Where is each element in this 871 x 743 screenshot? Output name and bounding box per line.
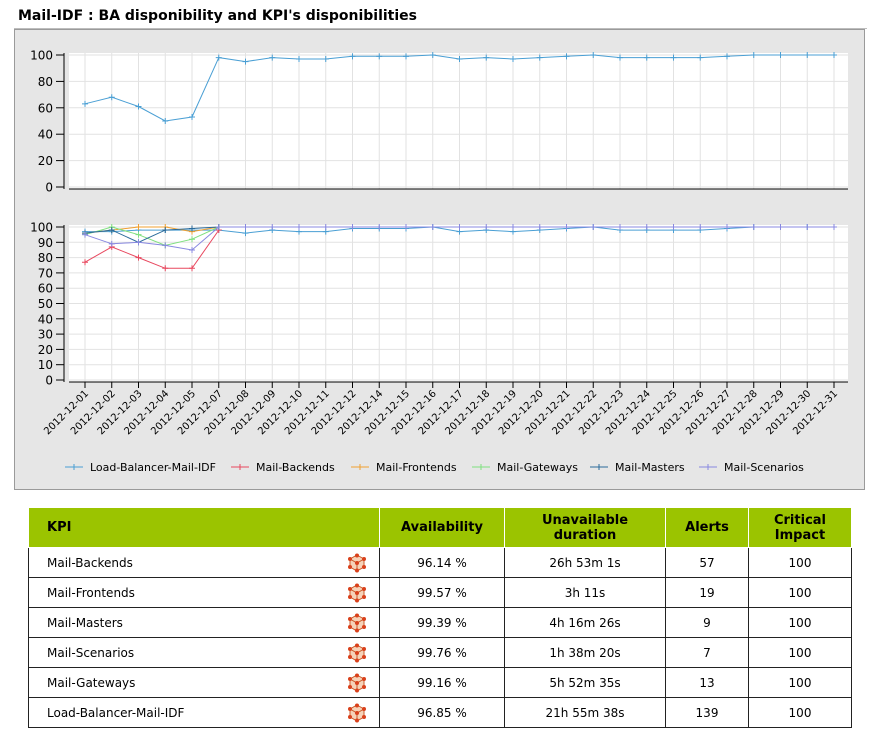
alerts-value: 19	[665, 577, 749, 608]
availability-value: 96.14 %	[379, 547, 505, 578]
kpi-name[interactable]: Mail-Backends	[28, 547, 335, 578]
y-tick-label: 20	[38, 154, 53, 168]
y-tick-label: 60	[38, 282, 53, 296]
chart-frame: 0 20 40 60 80 100 0 10 20 30 40 50 60 70 80 90 100 2012-1…	[14, 29, 865, 490]
header-unavailable-duration[interactable]: Unavailable duration	[504, 507, 666, 548]
table-row: Load-Balancer-Mail-IDF 96.85 % 21h 55m 38s…	[28, 697, 852, 728]
kpi-name[interactable]: Mail-Masters	[28, 607, 335, 638]
kpi-name[interactable]: Mail-Gateways	[28, 667, 335, 698]
critical-impact-value: 100	[748, 667, 852, 698]
kpi-table-body: Mail-Backends 96.14 % 26h 53m 1s 57 100 Mail-…	[28, 547, 852, 728]
y-tick-label: 10	[38, 358, 53, 372]
y-tick-label: 30	[38, 328, 53, 342]
kpi-icon-cell[interactable]	[335, 607, 380, 638]
unavailable-duration-value: 3h 11s	[504, 577, 666, 608]
y-tick-label: 70	[38, 266, 53, 280]
alerts-value: 13	[665, 667, 749, 698]
ba-cube-icon[interactable]	[347, 703, 367, 722]
availability-value: 99.39 %	[379, 607, 505, 638]
legend-label: Mail-Masters	[615, 461, 685, 474]
y-tick-label: 0	[45, 181, 53, 195]
availability-value: 99.57 %	[379, 577, 505, 608]
header-availability[interactable]: Availability	[379, 507, 505, 548]
table-row: Mail-Masters 99.39 % 4h 16m 26s 9 100	[28, 607, 852, 638]
alerts-value: 139	[665, 697, 749, 728]
kpi-name[interactable]: Load-Balancer-Mail-IDF	[28, 697, 335, 728]
legend-label: Mail-Backends	[256, 461, 335, 474]
y-tick-label: 80	[38, 251, 53, 265]
ba-cube-icon[interactable]	[347, 673, 367, 692]
legend-swatch-marker	[71, 464, 77, 470]
page-title: Mail-IDF : BA disponibility and KPI's di…	[18, 8, 417, 24]
y-tick-label: 20	[38, 343, 53, 357]
legend-swatch-marker	[705, 464, 711, 470]
ba-cube-icon[interactable]	[347, 553, 367, 572]
availability-value: 99.16 %	[379, 667, 505, 698]
table-row: Mail-Scenarios 99.76 % 1h 38m 20s 7 100	[28, 637, 852, 668]
critical-impact-value: 100	[748, 547, 852, 578]
legend-label: Load-Balancer-Mail-IDF	[90, 461, 216, 474]
critical-impact-value: 100	[748, 697, 852, 728]
availability-chart: 02040608010001020304050607080901002012-1…	[30, 49, 848, 474]
legend-label: Mail-Frontends	[376, 461, 457, 474]
kpi-icon-cell[interactable]	[335, 637, 380, 668]
kpi-icon-cell[interactable]	[335, 577, 380, 608]
unavailable-duration-value: 4h 16m 26s	[504, 607, 666, 638]
legend-swatch-marker	[596, 464, 602, 470]
legend-label: Mail-Gateways	[497, 461, 578, 474]
table-row: Mail-Frontends 99.57 % 3h 11s 19 100	[28, 577, 852, 608]
kpi-icon-cell[interactable]	[335, 697, 380, 728]
critical-impact-value: 100	[748, 607, 852, 638]
y-tick-label: 40	[38, 312, 53, 326]
availability-value: 99.76 %	[379, 637, 505, 668]
ba-cube-icon[interactable]	[347, 613, 367, 632]
table-header-row: KPI Availability Unavailable duration Al…	[28, 507, 852, 548]
alerts-value: 9	[665, 607, 749, 638]
unavailable-duration-value: 1h 38m 20s	[504, 637, 666, 668]
y-tick-label: 50	[38, 297, 53, 311]
critical-impact-value: 100	[748, 637, 852, 668]
y-tick-label: 0	[45, 374, 53, 388]
table-row: Mail-Backends 96.14 % 26h 53m 1s 57 100	[28, 547, 852, 578]
kpi-table: KPI Availability Unavailable duration Al…	[28, 507, 852, 728]
unavailable-duration-value: 5h 52m 35s	[504, 667, 666, 698]
ba-cube-icon[interactable]	[347, 583, 367, 602]
kpi-name[interactable]: Mail-Scenarios	[28, 637, 335, 668]
kpi-icon-cell[interactable]	[335, 667, 380, 698]
ba-cube-icon[interactable]	[347, 643, 367, 662]
header-alerts[interactable]: Alerts	[665, 507, 749, 548]
y-tick-label: 80	[38, 75, 53, 89]
unavailable-duration-value: 26h 53m 1s	[504, 547, 666, 578]
table-row: Mail-Gateways 99.16 % 5h 52m 35s 13 100	[28, 667, 852, 698]
legend-swatch-marker	[237, 464, 243, 470]
kpi-name[interactable]: Mail-Frontends	[28, 577, 335, 608]
legend-swatch-marker	[478, 464, 484, 470]
y-tick-label: 60	[38, 101, 53, 115]
plot-area-1	[69, 53, 848, 189]
y-tick-label: 40	[38, 128, 53, 142]
y-tick-label: 100	[30, 221, 53, 235]
y-tick-label: 100	[30, 49, 53, 63]
header-kpi[interactable]: KPI	[28, 507, 380, 548]
alerts-value: 7	[665, 637, 749, 668]
availability-value: 96.85 %	[379, 697, 505, 728]
alerts-value: 57	[665, 547, 749, 578]
header-critical-impact[interactable]: Critical Impact	[748, 507, 852, 548]
legend-label: Mail-Scenarios	[724, 461, 804, 474]
y-tick-label: 90	[38, 236, 53, 250]
kpi-icon-cell[interactable]	[335, 547, 380, 578]
legend-swatch-marker	[357, 464, 363, 470]
critical-impact-value: 100	[748, 577, 852, 608]
unavailable-duration-value: 21h 55m 38s	[504, 697, 666, 728]
